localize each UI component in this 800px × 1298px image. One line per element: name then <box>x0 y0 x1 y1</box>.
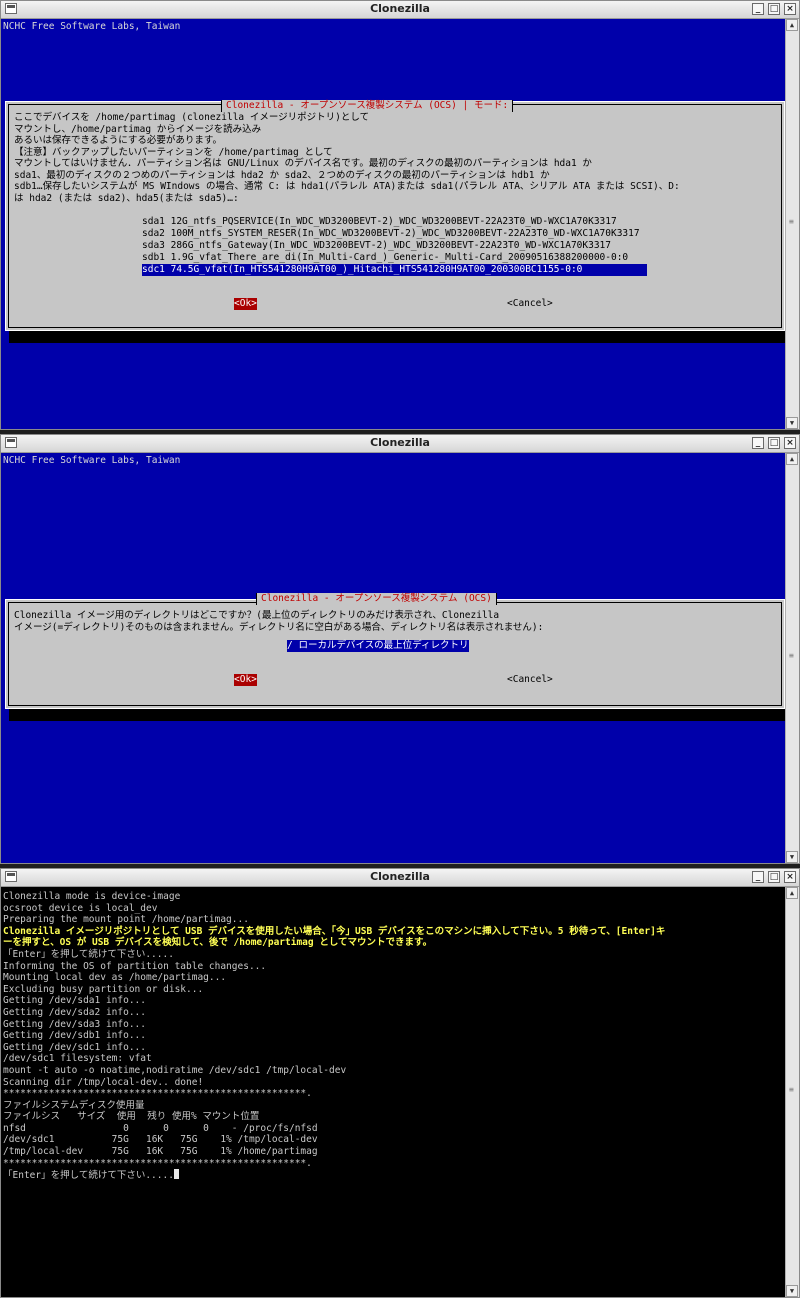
terminal-line: ****************************************… <box>3 1088 312 1100</box>
terminal-line: 「Enter」を押して続けて下さい..... <box>3 948 174 960</box>
terminal-line: Mounting local dev as /home/partimag... <box>3 972 227 984</box>
dialog-shadow <box>9 709 788 721</box>
terminal-line: Informing the OS of partition table chan… <box>3 960 267 972</box>
terminal-area[interactable]: NCHC Free Software Labs, Taiwan Clonezil… <box>1 453 788 863</box>
minimize-icon[interactable]: _ <box>752 871 764 883</box>
dialog-title: Clonezilla - オープンソース複製システム (OCS) | モード: <box>221 100 514 112</box>
terminal-line: Preparing the mount point /home/partimag… <box>3 914 249 926</box>
partition-option[interactable]: sdc1 74.5G_vfat(In_HTS541280H9AT00_)_Hit… <box>142 264 647 276</box>
terminal-line: Clonezilla mode is device-image <box>3 891 181 902</box>
terminal-output: Clonezilla mode is device-image ocsroot d… <box>3 891 784 1182</box>
terminal-line: Excluding busy partition or disk... <box>3 983 204 995</box>
cursor-icon <box>173 1169 179 1180</box>
minimize-icon[interactable]: _ <box>752 437 764 449</box>
window-title: Clonezilla <box>370 436 430 449</box>
titlebar[interactable]: Clonezilla _ □ × <box>1 1 799 19</box>
close-icon[interactable]: × <box>784 3 796 15</box>
dialog-text-line: マウントし、/home/partimag からイメージを読み込み <box>14 123 262 135</box>
terminal-line: Getting /dev/sdb1 info... <box>3 1030 146 1042</box>
org-label: NCHC Free Software Labs, Taiwan <box>3 21 181 32</box>
maximize-icon[interactable]: □ <box>768 871 780 883</box>
terminal-line: nfsd 0 0 0 - /proc/fs/nfsd <box>3 1122 318 1134</box>
terminal-line: ファイルシス サイズ 使用 残り 使用% マウント位置 <box>3 1111 260 1123</box>
org-label: NCHC Free Software Labs, Taiwan <box>3 455 181 466</box>
terminal-line: Getting /dev/sda1 info... <box>3 995 146 1007</box>
close-icon[interactable]: × <box>784 871 796 883</box>
dialog-text-line: あるいは保存できるようにする必要があります。 <box>14 135 222 146</box>
scroll-grip-icon[interactable]: ≡ <box>789 1086 795 1094</box>
terminal-line: /dev/sdc1 filesystem: vfat <box>3 1053 152 1065</box>
scrollbar[interactable]: ▲ ≡ ▼ <box>785 887 799 1297</box>
dialog-text-line: イメージ(=ディレクトリ)そのものは含まれません。ディレクトリ名に空白がある場合… <box>14 622 544 633</box>
dialog-text-line: は hda2 (または sda2)、hda5(または sda5)…: <box>14 192 239 204</box>
terminal-line: ーを押すと、OS が USB デバイスを検知して、後で /home/partim… <box>3 937 433 949</box>
terminal-line: /tmp/local-dev 75G 16K 75G 1% /home/part… <box>3 1146 318 1158</box>
terminal-line: Getting /dev/sdc1 info... <box>3 1041 146 1053</box>
terminal-line: mount -t auto -o noatime,nodiratime /dev… <box>3 1064 347 1076</box>
ok-button[interactable]: <Ok> <box>234 298 257 310</box>
window-title: Clonezilla <box>370 870 430 883</box>
terminal-area[interactable]: NCHC Free Software Labs, Taiwan Clonezil… <box>1 19 788 429</box>
maximize-icon[interactable]: □ <box>768 437 780 449</box>
terminal-area[interactable]: Clonezilla mode is device-image ocsroot d… <box>1 887 786 1297</box>
dialog-text-line: sdb1…保存したいシステムが MS WIndows の場合、通常 C: は h… <box>14 181 680 192</box>
dialog-title: Clonezilla - オープンソース複製システム (OCS) <box>256 593 497 605</box>
dialog-text-line: マウントしてはいけません．パーティション名は GNU/Linux のデバイス名で… <box>14 158 592 169</box>
terminal-line: /dev/sdc1 75G 16K 75G 1% /tmp/local-dev <box>3 1134 318 1146</box>
maximize-icon[interactable]: □ <box>768 3 780 15</box>
terminal-prompt[interactable]: 「Enter」を押して続けて下さい..... <box>3 1169 784 1182</box>
ok-button[interactable]: <Ok> <box>234 674 257 686</box>
partition-option[interactable]: sda1 12G_ntfs_PQSERVICE(In_WDC_WD3200BEV… <box>142 216 617 228</box>
window-1: Clonezilla _ □ × NCHC Free Software Labs… <box>0 0 800 430</box>
dialog-shadow <box>9 331 788 343</box>
scroll-down-icon[interactable]: ▼ <box>786 851 798 863</box>
scroll-grip-icon[interactable]: ≡ <box>789 218 795 226</box>
window-3: Clonezilla _ □ × Clonezilla mode is devi… <box>0 868 800 1298</box>
dialog-text-line: ここでデバイスを /home/partimag (clonezilla イメージ… <box>14 112 370 123</box>
scroll-down-icon[interactable]: ▼ <box>786 417 798 429</box>
terminal-line: Getting /dev/sda3 info... <box>3 1018 146 1030</box>
partition-option[interactable]: sda3 286G_ntfs_Gateway(In_WDC_WD3200BEVT… <box>142 240 611 252</box>
cancel-button[interactable]: <Cancel> <box>507 674 553 686</box>
scroll-up-icon[interactable]: ▲ <box>786 19 798 31</box>
terminal-line: Getting /dev/sda2 info... <box>3 1006 146 1018</box>
dialog-text-line: 【注意】バックアップしたいパーティションを /home/partimag として <box>14 146 333 158</box>
partition-option[interactable]: sdb1 1.9G_vfat_There_are_di(In_Multi-Car… <box>142 252 628 264</box>
titlebar[interactable]: Clonezilla _ □ × <box>1 869 799 887</box>
scroll-down-icon[interactable]: ▼ <box>786 1285 798 1297</box>
minimize-icon[interactable]: _ <box>752 3 764 15</box>
cancel-button[interactable]: <Cancel> <box>507 298 553 310</box>
terminal-prompt-text: 「Enter」を押して続けて下さい..... <box>3 1170 174 1182</box>
scrollbar[interactable]: ▲ ≡ ▼ <box>785 453 799 863</box>
titlebar[interactable]: Clonezilla _ □ × <box>1 435 799 453</box>
dialog-text-line: Clonezilla イメージ用のディレクトリはどこですか？(最上位のディレクト… <box>14 610 500 621</box>
directory-option[interactable]: / ローカルデバイスの最上位ディレクトリ <box>287 640 469 652</box>
window-title: Clonezilla <box>370 2 430 15</box>
scroll-up-icon[interactable]: ▲ <box>786 887 798 899</box>
terminal-line: ocsroot device is local_dev <box>3 902 158 914</box>
scroll-grip-icon[interactable]: ≡ <box>789 652 795 660</box>
dialog-text-line: sda1、最初のディスクの２つめのパーティションは hda2 か sda2、２つ… <box>14 169 550 181</box>
window-2: Clonezilla _ □ × NCHC Free Software Labs… <box>0 434 800 864</box>
partition-option[interactable]: sda2 100M_ntfs_SYSTEM_RESER(In_WDC_WD320… <box>142 228 640 240</box>
terminal-line: Clonezilla イメージリポジトリとして USB デバイスを使用したい場合… <box>3 925 666 937</box>
scroll-up-icon[interactable]: ▲ <box>786 453 798 465</box>
terminal-line: ****************************************… <box>3 1157 312 1169</box>
scrollbar[interactable]: ▲ ≡ ▼ <box>785 19 799 429</box>
terminal-line: ファイルシステムディスク使用量 <box>3 1099 145 1111</box>
close-icon[interactable]: × <box>784 437 796 449</box>
terminal-line: Scanning dir /tmp/local-dev.. done! <box>3 1076 204 1088</box>
